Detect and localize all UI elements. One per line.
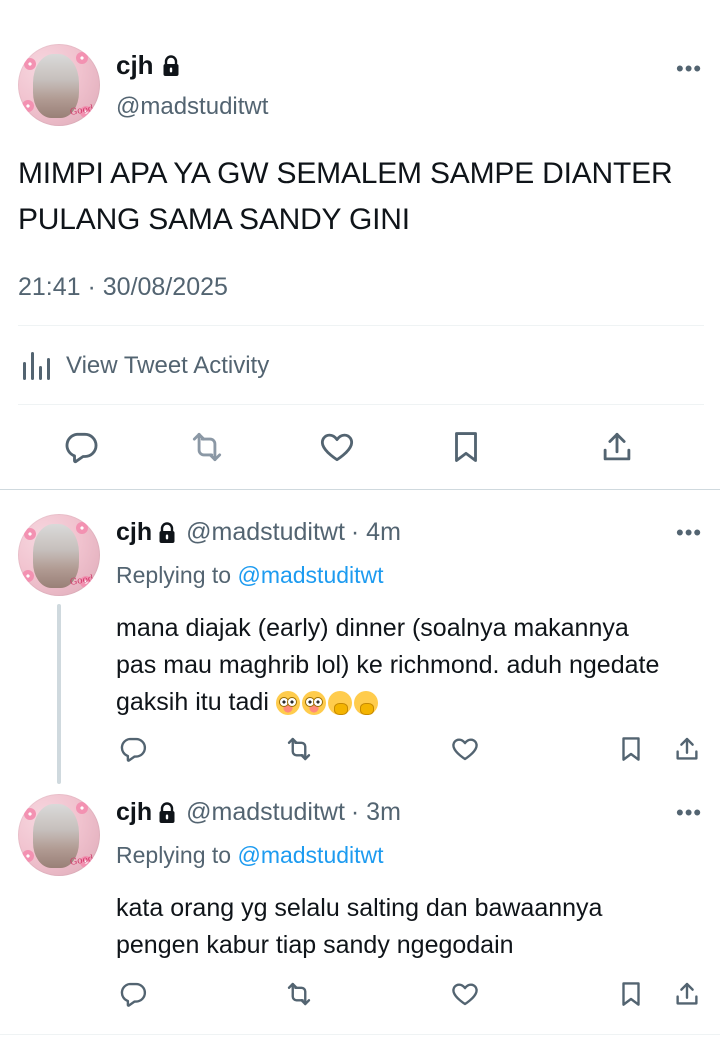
reply-icon <box>62 428 100 466</box>
share-icon <box>672 979 702 1009</box>
flushed-face-emoji <box>275 691 300 715</box>
like-icon <box>318 428 356 466</box>
bookmark-icon <box>447 428 485 466</box>
reply-button[interactable] <box>62 428 100 466</box>
handle[interactable]: @madstuditwt <box>116 93 268 121</box>
hand-over-mouth-emoji <box>353 691 378 715</box>
view-activity-label: View Tweet Activity <box>66 352 270 379</box>
replying-to-handle[interactable]: @madstuditwt <box>237 842 383 868</box>
divider <box>18 404 704 405</box>
activity-icon <box>22 350 52 382</box>
reply-text: mana diajak (early) dinner (soalnya maka… <box>116 610 659 721</box>
more-icon[interactable]: ••• <box>676 520 702 546</box>
share-button[interactable] <box>598 428 636 466</box>
reply-icon <box>118 734 148 764</box>
reply-text: kata orang yg selalu salting dan bawaann… <box>116 890 602 964</box>
avatar[interactable]: Good <box>18 514 100 596</box>
display-name-text: cjh <box>116 50 154 80</box>
lock-icon <box>158 801 176 824</box>
timestamp[interactable]: 21:41 · 30/08/2025 <box>18 273 228 302</box>
retweet-icon <box>188 428 226 466</box>
display-name[interactable]: cjh <box>116 518 152 547</box>
replying-to-label: Replying to <box>116 562 232 588</box>
share-icon <box>598 428 636 466</box>
thread-line <box>57 604 61 784</box>
bookmark-button[interactable] <box>447 428 485 466</box>
share-icon <box>672 734 702 764</box>
relative-time[interactable]: · 4m <box>351 518 401 547</box>
hand-over-mouth-emoji <box>327 691 352 715</box>
replying-to-label: Replying to <box>116 842 232 868</box>
bookmark-icon <box>616 979 646 1009</box>
handle[interactable]: @madstuditwt <box>186 798 345 827</box>
retweet-button[interactable] <box>188 428 226 466</box>
lock-icon <box>162 54 180 77</box>
more-icon[interactable]: ••• <box>676 56 702 82</box>
bookmark-button[interactable] <box>616 979 646 1009</box>
bookmark-button[interactable] <box>616 734 646 764</box>
retweet-button[interactable] <box>284 734 314 764</box>
reply-button[interactable] <box>118 979 148 1009</box>
display-name[interactable]: cjh <box>116 50 180 81</box>
avatar[interactable]: Good <box>18 44 100 126</box>
retweet-button[interactable] <box>284 979 314 1009</box>
reply-text-line-last: gaksih itu tadi <box>116 684 659 721</box>
reply-text-line: pengen kabur tiap sandy ngegodain <box>116 931 514 959</box>
reply-text-line: mana diajak (early) dinner (soalnya maka… <box>116 614 629 642</box>
tweet-text-line: MIMPI APA YA GW SEMALEM SAMPE DIANTER <box>18 157 673 190</box>
flushed-face-emoji <box>301 691 326 715</box>
divider <box>0 489 720 490</box>
display-name[interactable]: cjh <box>116 798 152 827</box>
divider <box>0 1034 720 1035</box>
avatar[interactable]: Good <box>18 794 100 876</box>
reply-header: cjh @madstuditwt · 3m <box>116 798 401 827</box>
like-button[interactable] <box>450 979 480 1009</box>
like-button[interactable] <box>450 734 480 764</box>
bookmark-icon <box>616 734 646 764</box>
retweet-icon <box>284 979 314 1009</box>
share-button[interactable] <box>672 734 702 764</box>
replying-to: Replying to @madstuditwt <box>116 842 384 869</box>
like-button[interactable] <box>318 428 356 466</box>
reply-icon <box>118 979 148 1009</box>
reply-button[interactable] <box>118 734 148 764</box>
replying-to-handle[interactable]: @madstuditwt <box>237 562 383 588</box>
share-button[interactable] <box>672 979 702 1009</box>
divider <box>18 325 704 326</box>
retweet-icon <box>284 734 314 764</box>
reply-text-line: pas mau maghrib lol) ke richmond. aduh n… <box>116 651 660 679</box>
reply-text-line: kata orang yg selalu salting dan bawaann… <box>116 894 603 922</box>
replying-to: Replying to @madstuditwt <box>116 562 384 589</box>
handle[interactable]: @madstuditwt <box>186 518 345 547</box>
reply-header: cjh @madstuditwt · 4m <box>116 518 401 547</box>
view-activity-link[interactable]: View Tweet Activity <box>22 350 269 382</box>
relative-time[interactable]: · 3m <box>351 798 401 827</box>
tweet-text-line: PULANG SAMA SANDY GINI <box>18 203 410 236</box>
tweet-text: MIMPI APA YA GW SEMALEM SAMPE DIANTER PU… <box>18 151 673 243</box>
more-icon[interactable]: ••• <box>676 800 702 826</box>
lock-icon <box>158 521 176 544</box>
like-icon <box>450 979 480 1009</box>
reply-text-line: gaksih itu tadi <box>116 688 269 716</box>
like-icon <box>450 734 480 764</box>
